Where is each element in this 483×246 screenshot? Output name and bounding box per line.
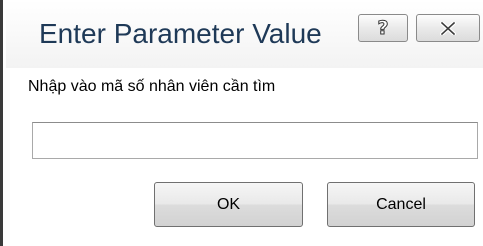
cancel-button-label: Cancel (376, 195, 426, 213)
close-x-icon (440, 21, 456, 35)
ok-button[interactable]: OK (154, 182, 303, 227)
help-button[interactable]: ? (358, 14, 408, 42)
prompt-label: Nhập vào mã số nhân viên cần tìm (28, 78, 276, 95)
dialog-title: Enter Parameter Value (39, 18, 322, 49)
parameter-dialog: Enter Parameter Value ? Nhập vào mã số n… (0, 0, 483, 246)
parameter-input[interactable] (32, 122, 478, 159)
title-bar[interactable]: Enter Parameter Value ? (6, 0, 483, 68)
close-button[interactable] (416, 14, 480, 42)
question-mark-icon: ? (377, 16, 389, 39)
ok-button-label: OK (216, 195, 241, 213)
cancel-button[interactable]: Cancel (327, 182, 475, 227)
